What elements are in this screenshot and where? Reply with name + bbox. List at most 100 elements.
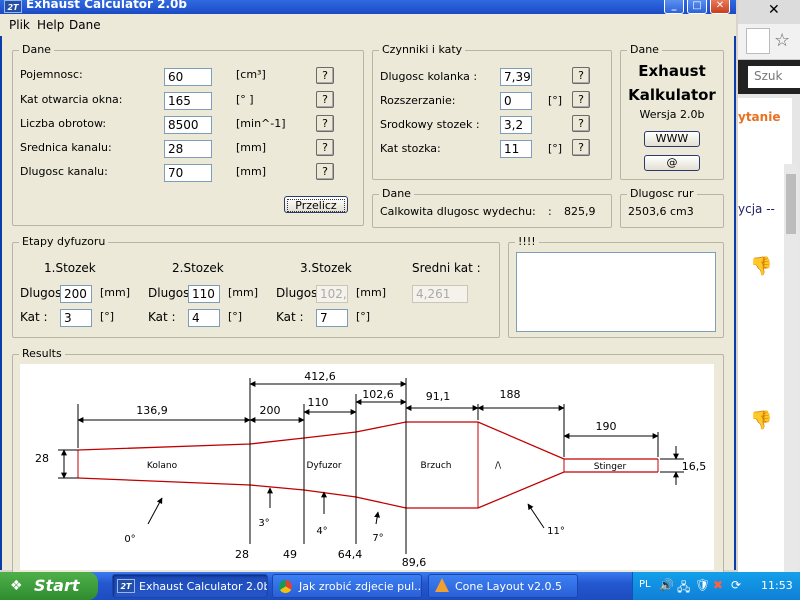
stage-3-length-input: 102,6 xyxy=(316,285,348,303)
group-dyfuzor-label: Etapy dyfuzoru xyxy=(19,235,109,248)
input-dlugosc-kolanka[interactable]: 7,39 xyxy=(500,68,532,86)
help-button-srednica-kanalu[interactable]: ? xyxy=(316,139,334,156)
taskbar: ❖ Start 2T Exhaust Calculator 2.0b Jak z… xyxy=(0,572,800,600)
browser-site-header: Szuk xyxy=(738,60,800,94)
clock: 11:53 xyxy=(761,579,793,592)
messages-textarea[interactable] xyxy=(516,252,716,332)
stage-3-angle-input[interactable]: 7 xyxy=(316,309,348,327)
language-indicator[interactable]: PL xyxy=(639,579,651,590)
dim-label-91: 91,1 xyxy=(426,390,451,403)
browser-close-icon[interactable]: ✕ xyxy=(768,2,780,18)
browser-scrollbar-thumb[interactable] xyxy=(786,174,796,234)
stage-2-length-unit: [mm] xyxy=(228,286,259,299)
stage-3-title: 3.Stozek xyxy=(300,261,352,275)
help-button-dlugosc-kolanka[interactable]: ? xyxy=(572,67,590,84)
stage-2-title: 2.Stozek xyxy=(172,261,224,275)
group-results-label: Results xyxy=(19,347,65,360)
stage-1-angle-input[interactable]: 3 xyxy=(60,309,92,327)
bottom-label-644: 64,4 xyxy=(338,548,363,561)
browser-address-bar[interactable] xyxy=(746,28,770,54)
task-cone-layout[interactable]: Cone Layout v2.0.5 xyxy=(428,574,578,598)
antivirus-icon[interactable]: ✖ xyxy=(713,578,723,592)
label-dlugosc-kanalu: Dlugosc kanalu: xyxy=(20,165,108,178)
unit-srednica-kanalu: [mm] xyxy=(236,141,267,154)
site-search-input[interactable]: Szuk xyxy=(748,66,800,88)
security-icon[interactable]: 🛡 xyxy=(695,578,710,592)
task-exhaust-calculator[interactable]: 2T Exhaust Calculator 2.0b xyxy=(112,574,268,598)
thumb-down-icon[interactable]: 👎 xyxy=(750,256,772,277)
angle-label-3: 3° xyxy=(258,518,269,529)
help-button-kat-okna[interactable]: ? xyxy=(316,91,334,108)
stage-1-length-input[interactable]: 200 xyxy=(60,285,92,303)
close-button[interactable]: ✕ xyxy=(710,0,730,14)
group-messages-label: !!!! xyxy=(515,235,539,248)
angle-label-7: 7° xyxy=(372,533,383,544)
unit-liczba-obrotow: [min^-1] xyxy=(236,117,286,130)
minimize-button[interactable]: _ xyxy=(664,0,684,14)
site-side-text-2: ycja -- xyxy=(738,202,775,216)
przelicz-button[interactable]: Przelicz xyxy=(284,196,348,213)
volume-icon[interactable]: 🔊 xyxy=(659,578,674,592)
stage-1-angle-label: Kat : xyxy=(20,310,48,324)
menu-dane[interactable]: Dane xyxy=(69,18,101,32)
network-icon[interactable]: 🖧 xyxy=(677,578,690,599)
help-button-rozszerzanie[interactable]: ? xyxy=(572,91,590,108)
email-button[interactable]: @ xyxy=(644,155,700,171)
section-label-dyfuzor: Dyfuzor xyxy=(306,461,341,471)
input-liczba-obrotow[interactable]: 8500 xyxy=(164,116,212,134)
system-tray: PL 🔊 🖧 🛡 ✖ ⟳ 11:53 xyxy=(632,572,800,600)
label-kat-okna: Kat otwarcia okna: xyxy=(20,93,123,106)
windows-logo-icon: ❖ xyxy=(10,578,23,594)
input-srodkowy-stozek[interactable]: 3,2 xyxy=(500,116,532,134)
background-browser-pane: ✕ ☆ Szuk ytanie ycja -- 👎 👎 xyxy=(738,0,800,572)
side-label-165: 16,5 xyxy=(682,460,707,473)
task-label-cone: Cone Layout v2.0.5 xyxy=(455,580,563,593)
stage-3-length-unit: [mm] xyxy=(356,286,387,299)
stage-2-length-input[interactable]: 110 xyxy=(188,285,220,303)
update-icon[interactable]: ⟳ xyxy=(731,578,741,592)
bottom-label-896: 89,6 xyxy=(402,556,427,569)
bookmark-star-icon[interactable]: ☆ xyxy=(774,30,790,51)
label-liczba-obrotow: Liczba obrotow: xyxy=(20,117,107,130)
input-pojemnosc[interactable]: 60 xyxy=(164,68,212,86)
maximize-button[interactable]: □ xyxy=(687,0,707,14)
www-button[interactable]: WWW xyxy=(644,131,700,147)
help-button-liczba-obrotow[interactable]: ? xyxy=(316,115,334,132)
stage-1-title: 1.Stozek xyxy=(44,261,96,275)
start-button[interactable]: ❖ Start xyxy=(0,572,98,600)
dim-label-188: 188 xyxy=(500,388,521,401)
site-side-text-1: ytanie xyxy=(738,110,781,124)
help-button-srodkowy-stozek[interactable]: ? xyxy=(572,115,590,132)
total-length-sep: : xyxy=(548,205,552,218)
about-title-line2: Kalkulator xyxy=(628,86,716,104)
menu-plik[interactable]: Plik xyxy=(9,18,30,32)
stage-3-angle-label: Kat : xyxy=(276,310,304,324)
przelicz-button-label: Przelicz xyxy=(287,199,345,212)
pipe-volume-value: 2503,6 cm3 xyxy=(628,205,694,218)
help-button-pojemnosc[interactable]: ? xyxy=(316,67,334,84)
menu-help[interactable]: Help xyxy=(37,18,64,32)
help-button-kat-stozka[interactable]: ? xyxy=(572,139,590,156)
pipe-bottom-outline xyxy=(77,471,658,509)
dim-label-110: 110 xyxy=(308,396,329,409)
task-label-chrome: Jak zrobić zdjecie pul... xyxy=(299,580,422,593)
stage-2-angle-input[interactable]: 4 xyxy=(188,309,220,327)
window-title: Exhaust Calculator 2.0b xyxy=(26,0,187,11)
input-kat-okna[interactable]: 165 xyxy=(164,92,212,110)
input-srednica-kanalu[interactable]: 28 xyxy=(164,140,212,158)
input-kat-stozka[interactable]: 11 xyxy=(500,140,532,158)
stage-1-angle-unit: [°] xyxy=(100,310,115,323)
group-dane-label: Dane xyxy=(19,43,54,56)
browser-scrollbar[interactable] xyxy=(784,164,798,572)
task-chrome[interactable]: Jak zrobić zdjecie pul... xyxy=(272,574,422,598)
input-rozszerzanie[interactable]: 0 xyxy=(500,92,532,110)
avg-angle-label: Sredni kat : xyxy=(412,261,481,275)
unit-kat-okna: [° ] xyxy=(236,93,254,106)
stage-1-length-unit: [mm] xyxy=(100,286,131,299)
window-titlebar[interactable]: 2T Exhaust Calculator 2.0b _ □ ✕ xyxy=(0,0,736,14)
help-button-dlugosc-kanalu[interactable]: ? xyxy=(316,163,334,180)
label-srednica-kanalu: Srednica kanalu: xyxy=(20,141,112,154)
thumb-down-icon[interactable]: 👎 xyxy=(750,410,772,431)
input-dlugosc-kanalu[interactable]: 70 xyxy=(164,164,212,182)
label-pojemnosc: Pojemnosc: xyxy=(20,68,83,81)
